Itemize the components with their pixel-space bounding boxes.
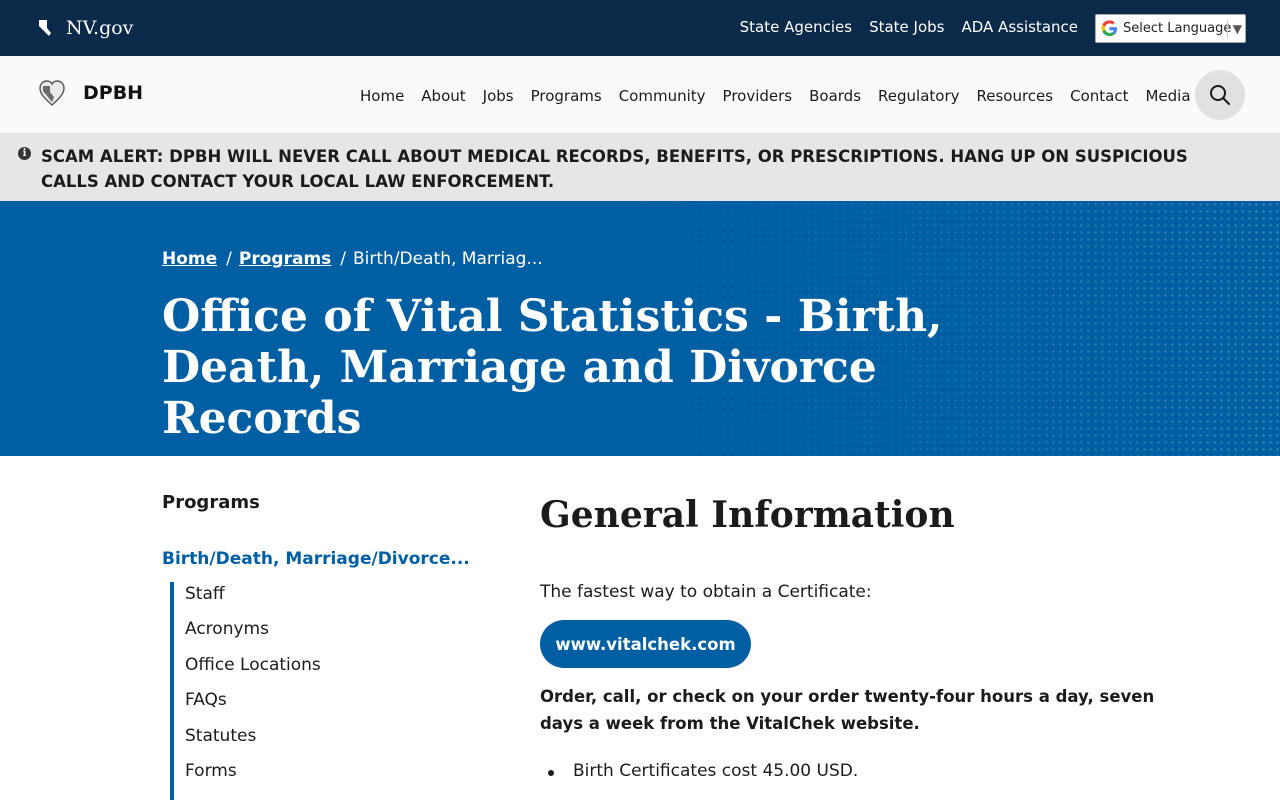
list-item: Birth Certificates cost 45.00 USD. (548, 761, 858, 781)
alert-text: SCAM ALERT: DPBH WILL NEVER CALL ABOUT M… (41, 147, 1188, 191)
sidebar-item-statutes[interactable]: Statutes (174, 724, 450, 759)
sidebar-title: Programs (162, 492, 260, 513)
gov-links: State Agencies State Jobs ADA Assistance (740, 18, 1078, 36)
site-header: DPBH Home About Jobs Programs Community … (0, 56, 1280, 134)
nav-jobs[interactable]: Jobs (483, 87, 514, 105)
search-button[interactable] (1195, 70, 1245, 120)
nav-regulatory[interactable]: Regulatory (878, 87, 959, 105)
breadcrumb-separator: / (340, 249, 347, 269)
sidebar-item-staff[interactable]: Staff (174, 582, 450, 617)
nav-contact[interactable]: Contact (1070, 87, 1128, 105)
sidebar-item-office-locations[interactable]: Office Locations (174, 653, 450, 688)
scam-alert-banner: i SCAM ALERT: DPBH WILL NEVER CALL ABOUT… (0, 134, 1280, 201)
nav-programs[interactable]: Programs (531, 87, 602, 105)
nevada-state-icon (39, 20, 51, 36)
info-icon: i (18, 147, 31, 160)
gov-bar: NV.gov State Agencies State Jobs ADA Ass… (0, 0, 1280, 56)
page-title: Office of Vital Statistics - Birth, Deat… (162, 291, 943, 444)
state-jobs-link[interactable]: State Jobs (869, 18, 944, 36)
nav-media[interactable]: Media (1145, 87, 1190, 105)
nv-gov-link[interactable]: NV.gov (38, 14, 133, 42)
main-nav: Home About Jobs Programs Community Provi… (360, 87, 1191, 105)
sidebar-current-item[interactable]: Birth/Death, Marriage/Divorce... (162, 549, 470, 569)
google-icon (1101, 20, 1118, 37)
nv-gov-text: NV.gov (66, 17, 134, 39)
nav-boards[interactable]: Boards (809, 87, 861, 105)
order-note: Order, call, or check on your order twen… (540, 687, 1155, 733)
breadcrumb-separator: / (226, 249, 232, 269)
section-title: General Information (540, 494, 955, 536)
lead-text: The fastest way to obtain a Certificate: (540, 582, 872, 602)
breadcrumb: Home / Programs / Birth/Death, Marriag..… (162, 249, 543, 269)
ada-assistance-link[interactable]: ADA Assistance (961, 18, 1078, 36)
dpbh-home-link[interactable]: DPBH (38, 78, 143, 108)
search-icon (1210, 85, 1230, 105)
sidebar-item-faqs[interactable]: FAQs (174, 688, 450, 723)
breadcrumb-home[interactable]: Home (162, 249, 217, 269)
state-agencies-link[interactable]: State Agencies (740, 18, 852, 36)
page-hero: Home / Programs / Birth/Death, Marriag..… (0, 201, 1280, 456)
sidebar-subnav: Staff Acronyms Office Locations FAQs Sta… (170, 582, 450, 800)
chevron-down-icon: ▼ (1226, 20, 1242, 38)
breadcrumb-current: Birth/Death, Marriag... (353, 249, 543, 269)
language-select[interactable]: Select Language ▼ (1095, 14, 1246, 43)
brand-text: DPBH (83, 82, 144, 104)
sidebar-item-forms[interactable]: Forms (174, 759, 450, 794)
nav-community[interactable]: Community (619, 87, 706, 105)
fee-list: Birth Certificates cost 45.00 USD. (548, 761, 858, 781)
nav-about[interactable]: About (421, 87, 465, 105)
sidebar-item-acronyms[interactable]: Acronyms (174, 617, 450, 652)
nav-home[interactable]: Home (360, 87, 404, 105)
breadcrumb-programs[interactable]: Programs (239, 249, 331, 269)
vitalchek-button[interactable]: www.vitalchek.com (540, 620, 751, 668)
language-select-label: Select Language (1123, 21, 1232, 36)
nav-providers[interactable]: Providers (723, 87, 793, 105)
heart-logo-icon (39, 80, 65, 106)
nav-resources[interactable]: Resources (976, 87, 1053, 105)
